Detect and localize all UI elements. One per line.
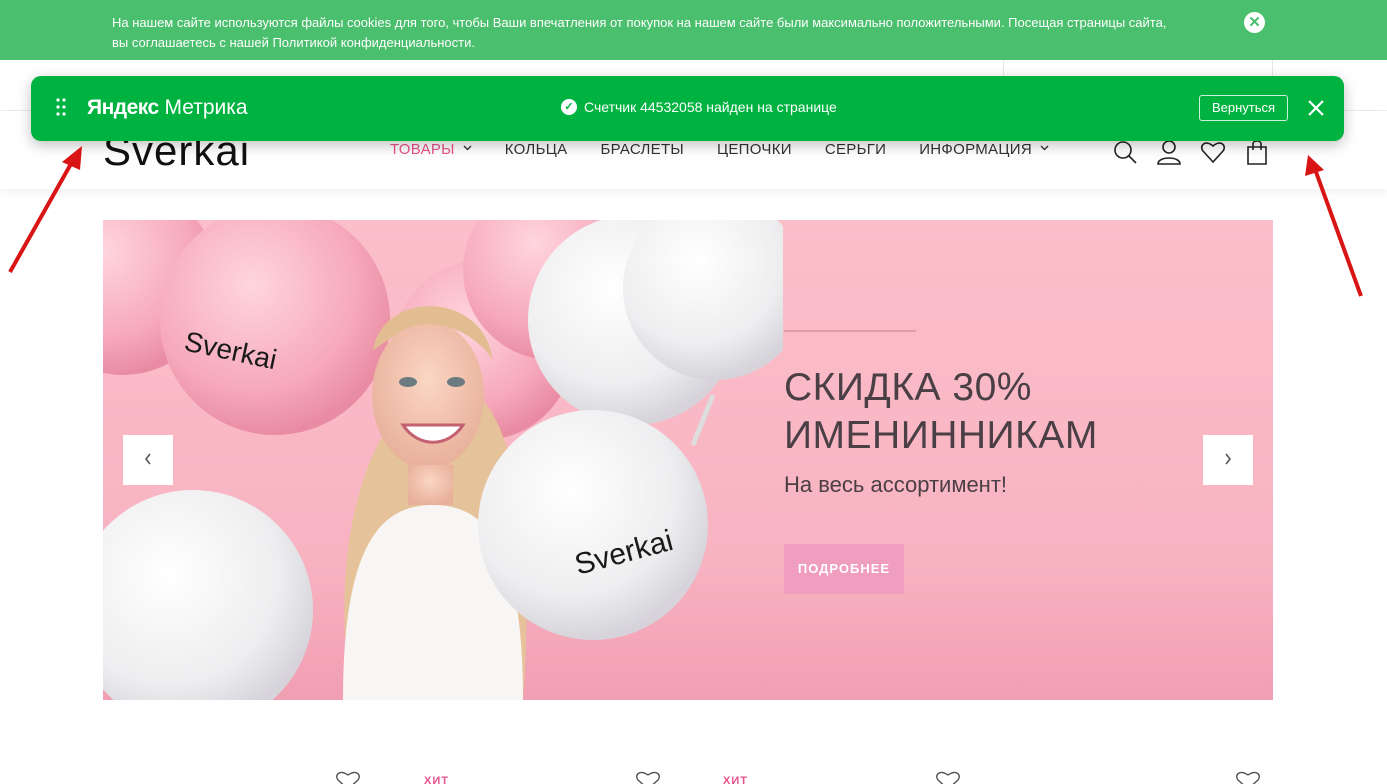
metrika-message-text: Счетчик 44532058 найден на странице xyxy=(584,99,837,115)
hero-title: СКИДКА 30% ИМЕНИННИКАМ xyxy=(784,364,1204,460)
main-nav: ТОВАРЫ КОЛЬЦА БРАСЛЕТЫ ЦЕПОЧКИ СЕРЬГИ ИН… xyxy=(390,141,1082,158)
nav-item-label: ЦЕПОЧКИ xyxy=(716,141,792,158)
nav-item-earrings[interactable]: СЕРЬГИ xyxy=(825,141,886,158)
nav-item-label: ИНФОРМАЦИЯ xyxy=(919,141,1032,158)
heart-icon[interactable] xyxy=(635,770,661,784)
metrika-back-button[interactable]: Вернуться xyxy=(1199,95,1288,121)
cookie-text: На нашем сайте используются файлы cookie… xyxy=(112,13,1232,53)
close-icon[interactable] xyxy=(1305,97,1327,119)
search-icon[interactable] xyxy=(1112,139,1138,165)
face xyxy=(372,321,484,469)
hero-title-line2: ИМЕНИННИКАМ xyxy=(784,414,1098,457)
page: { "cookie": { "line1": "На нашем сайте и… xyxy=(0,0,1387,784)
bag-icon[interactable] xyxy=(1244,139,1270,165)
nav-item-label: КОЛЬЦА xyxy=(504,141,568,158)
balloon xyxy=(478,410,708,640)
heart-icon[interactable] xyxy=(335,770,361,784)
chevron-left-icon xyxy=(144,453,151,465)
chevron-down-icon xyxy=(1040,143,1049,154)
balloon xyxy=(103,490,313,700)
slider-prev-button[interactable] xyxy=(123,435,173,485)
nav-item-label: СЕРЬГИ xyxy=(824,141,887,158)
metrika-panel: Яндекс Метрика ✓ Счетчик 44532058 найден… xyxy=(31,76,1344,141)
user-icon[interactable] xyxy=(1156,139,1182,165)
hero-image: Sverkai Sverkai xyxy=(103,220,783,700)
slider-next-button[interactable] xyxy=(1203,435,1253,485)
cookie-banner: На нашем сайте используются файлы cookie… xyxy=(0,0,1387,60)
nav-item-products[interactable]: ТОВАРЫ xyxy=(390,141,472,158)
nav-item-label: ТОВАРЫ xyxy=(390,141,455,158)
heart-icon[interactable] xyxy=(1235,770,1261,784)
hero-subtitle: На весь ассортимент! xyxy=(784,472,1008,497)
hero-divider xyxy=(784,330,916,332)
eye xyxy=(447,377,465,387)
neck xyxy=(408,465,453,505)
arrow-line xyxy=(1314,171,1363,297)
heart-icon[interactable] xyxy=(935,770,961,784)
chevron-down-icon xyxy=(463,143,472,154)
drag-handle-icon[interactable] xyxy=(56,98,66,116)
nav-item-bracelets[interactable]: БРАСЛЕТЫ xyxy=(600,141,684,158)
nav-item-info[interactable]: ИНФОРМАЦИЯ xyxy=(919,141,1049,158)
cookie-text-line1: На нашем сайте используются файлы cookie… xyxy=(112,15,1167,30)
heart-icon[interactable] xyxy=(1200,139,1226,165)
nav-item-rings[interactable]: КОЛЬЦА xyxy=(505,141,568,158)
hero-slider: Sverkai Sverkai СКИДКА 30% ИМЕНИННИКАМ Н… xyxy=(103,220,1273,700)
more-button[interactable]: ПОДРОБНЕЕ xyxy=(784,544,904,594)
check-icon: ✓ xyxy=(561,99,577,115)
metrika-logo: Яндекс Метрика xyxy=(87,96,248,120)
chevron-right-icon xyxy=(1225,453,1232,465)
metrika-logo-yandex: Яндекс xyxy=(87,96,159,119)
cookie-close-icon[interactable]: ✕ xyxy=(1244,12,1265,33)
eye xyxy=(399,377,417,387)
metrika-logo-metrika: Метрика xyxy=(164,96,248,119)
header-icons xyxy=(1112,139,1288,165)
hit-badge: ХИТ xyxy=(723,775,748,784)
nav-item-chains[interactable]: ЦЕПОЧКИ xyxy=(717,141,792,158)
nav-item-label: БРАСЛЕТЫ xyxy=(600,141,684,158)
hero-title-line1: СКИДКА 30% xyxy=(784,366,1032,409)
metrika-message: ✓ Счетчик 44532058 найден на странице xyxy=(561,99,837,115)
cookie-text-line2: вы соглашаетесь с нашей Политикой конфид… xyxy=(112,35,475,50)
hit-badge: ХИТ xyxy=(424,775,449,784)
